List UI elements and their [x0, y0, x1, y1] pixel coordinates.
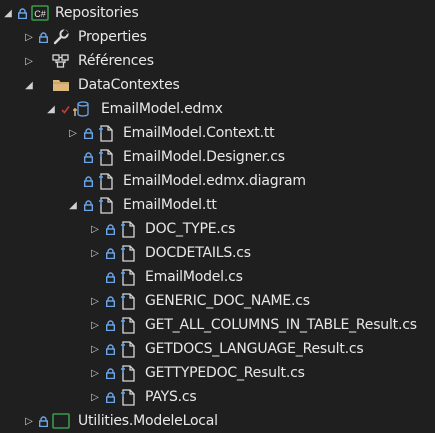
- file-icon: [118, 289, 138, 313]
- tree-item-label: EmailModel.edmx: [101, 101, 223, 117]
- collapsed-arrow-icon[interactable]: ▷: [23, 49, 35, 73]
- file-icon: [118, 385, 138, 409]
- collapsed-arrow-icon[interactable]: ▷: [89, 313, 101, 337]
- tree-item-getdocs-language-result-cs[interactable]: ▷ GETDOCS_LANGUAGE_Result.cs: [0, 337, 435, 361]
- collapsed-arrow-icon[interactable]: ▷: [89, 289, 101, 313]
- collapsed-arrow-icon[interactable]: ▷: [89, 217, 101, 241]
- collapsed-arrow-icon[interactable]: ▷: [23, 409, 35, 433]
- tree-item-emailmodel-tt[interactable]: ◢ EmailModel.tt: [0, 193, 435, 217]
- wrench-icon: [51, 25, 71, 49]
- tree-item-label: DOC_TYPE.cs: [145, 221, 236, 237]
- tree-item-label: Properties: [78, 29, 147, 45]
- tree-item-label: EmailModel.Context.tt: [123, 125, 275, 141]
- solution-explorer-tree: ◢ C# Repositories ▷ Properties ▷ Référen…: [0, 0, 435, 429]
- tree-item-utilities-project[interactable]: ▷ Utilities.ModeleLocal: [0, 409, 435, 433]
- file-icon: [96, 169, 116, 193]
- file-icon: [96, 121, 116, 145]
- tree-item-doc-type-cs[interactable]: ▷ DOC_TYPE.cs: [0, 217, 435, 241]
- expanded-arrow-icon[interactable]: ◢: [45, 97, 57, 121]
- lock-icon: [82, 121, 94, 145]
- tree-item-emailmodel-context-tt[interactable]: ▷ EmailModel.Context.tt: [0, 121, 435, 145]
- file-icon: [96, 145, 116, 169]
- tree-item-label: EmailModel.tt: [123, 197, 217, 213]
- lock-icon: [104, 265, 116, 289]
- lock-icon: [37, 25, 49, 49]
- expanded-arrow-icon[interactable]: ◢: [2, 1, 14, 25]
- tree-item-label: EmailModel.Designer.cs: [123, 149, 285, 165]
- lock-icon: [16, 1, 28, 25]
- lock-icon: [82, 193, 94, 217]
- file-icon: [118, 241, 138, 265]
- file-icon: [96, 193, 116, 217]
- tree-item-label: DataContextes: [78, 77, 180, 93]
- collapsed-arrow-icon[interactable]: ▷: [89, 241, 101, 265]
- tree-item-properties[interactable]: ▷ Properties: [0, 25, 435, 49]
- expanded-arrow-icon[interactable]: ◢: [23, 73, 35, 97]
- tree-item-label: GETDOCS_LANGUAGE_Result.cs: [145, 341, 364, 357]
- tree-item-label: GET_ALL_COLUMNS_IN_TABLE_Result.cs: [145, 317, 417, 333]
- tree-item-get-all-columns-in-table-result-cs[interactable]: ▷ GET_ALL_COLUMNS_IN_TABLE_Result.cs: [0, 313, 435, 337]
- file-icon: [118, 217, 138, 241]
- lock-icon: [104, 337, 116, 361]
- lock-icon: [104, 217, 116, 241]
- tree-item-label: DOCDETAILS.cs: [145, 245, 251, 261]
- tree-item-repositories[interactable]: ◢ C# Repositories: [0, 1, 435, 25]
- tree-item-label: PAYS.cs: [145, 389, 197, 405]
- expanded-arrow-icon[interactable]: ◢: [67, 193, 79, 217]
- tree-item-gettypedoc-result-cs[interactable]: ▷ GETTYPEDOC_Result.cs: [0, 361, 435, 385]
- edmx-icon: [71, 97, 91, 121]
- file-icon: [118, 265, 138, 289]
- csharp-project-icon: C#: [30, 1, 50, 25]
- tree-item-emailmodel-edmx-diagram[interactable]: EmailModel.edmx.diagram: [0, 169, 435, 193]
- tree-item-label: Utilities.ModeleLocal: [78, 413, 218, 429]
- references-icon: [51, 49, 71, 73]
- tree-item-label: EmailModel.edmx.diagram: [123, 173, 306, 189]
- tree-item-emailmodel-designer-cs[interactable]: EmailModel.Designer.cs: [0, 145, 435, 169]
- tree-item-emailmodel-cs[interactable]: EmailModel.cs: [0, 265, 435, 289]
- tree-item-label: Repositories: [55, 5, 139, 21]
- lock-icon: [104, 361, 116, 385]
- svg-text:C#: C#: [34, 9, 46, 19]
- lock-icon: [104, 313, 116, 337]
- collapsed-arrow-icon[interactable]: ▷: [89, 385, 101, 409]
- csharp-project-icon: [51, 409, 71, 433]
- lock-icon: [104, 241, 116, 265]
- lock-icon: [104, 385, 116, 409]
- tree-item-label: GETTYPEDOC_Result.cs: [145, 365, 305, 381]
- file-icon: [118, 313, 138, 337]
- folder-icon: [51, 73, 71, 97]
- tree-item-generic-doc-name-cs[interactable]: ▷ GENERIC_DOC_NAME.cs: [0, 289, 435, 313]
- tree-item-label: EmailModel.cs: [145, 269, 243, 285]
- collapsed-arrow-icon[interactable]: ▷: [89, 361, 101, 385]
- collapsed-arrow-icon[interactable]: ▷: [23, 25, 35, 49]
- tree-item-docdetails-cs[interactable]: ▷ DOCDETAILS.cs: [0, 241, 435, 265]
- file-icon: [118, 337, 138, 361]
- tree-item-label: Références: [78, 53, 154, 69]
- collapsed-arrow-icon[interactable]: ▷: [89, 337, 101, 361]
- collapsed-arrow-icon[interactable]: ▷: [67, 121, 79, 145]
- lock-icon: [37, 409, 49, 433]
- file-icon: [118, 361, 138, 385]
- lock-icon: [82, 169, 94, 193]
- tree-item-emailmodel-edmx[interactable]: ◢ EmailModel.edmx: [0, 97, 435, 121]
- tree-item-references[interactable]: ▷ Références: [0, 49, 435, 73]
- tree-item-label: GENERIC_DOC_NAME.cs: [145, 293, 310, 309]
- tree-item-pays-cs[interactable]: ▷ PAYS.cs: [0, 385, 435, 409]
- checkmark-icon: [60, 97, 70, 121]
- lock-icon: [104, 289, 116, 313]
- lock-icon: [82, 145, 94, 169]
- tree-item-datacontextes[interactable]: ◢ DataContextes: [0, 73, 435, 97]
